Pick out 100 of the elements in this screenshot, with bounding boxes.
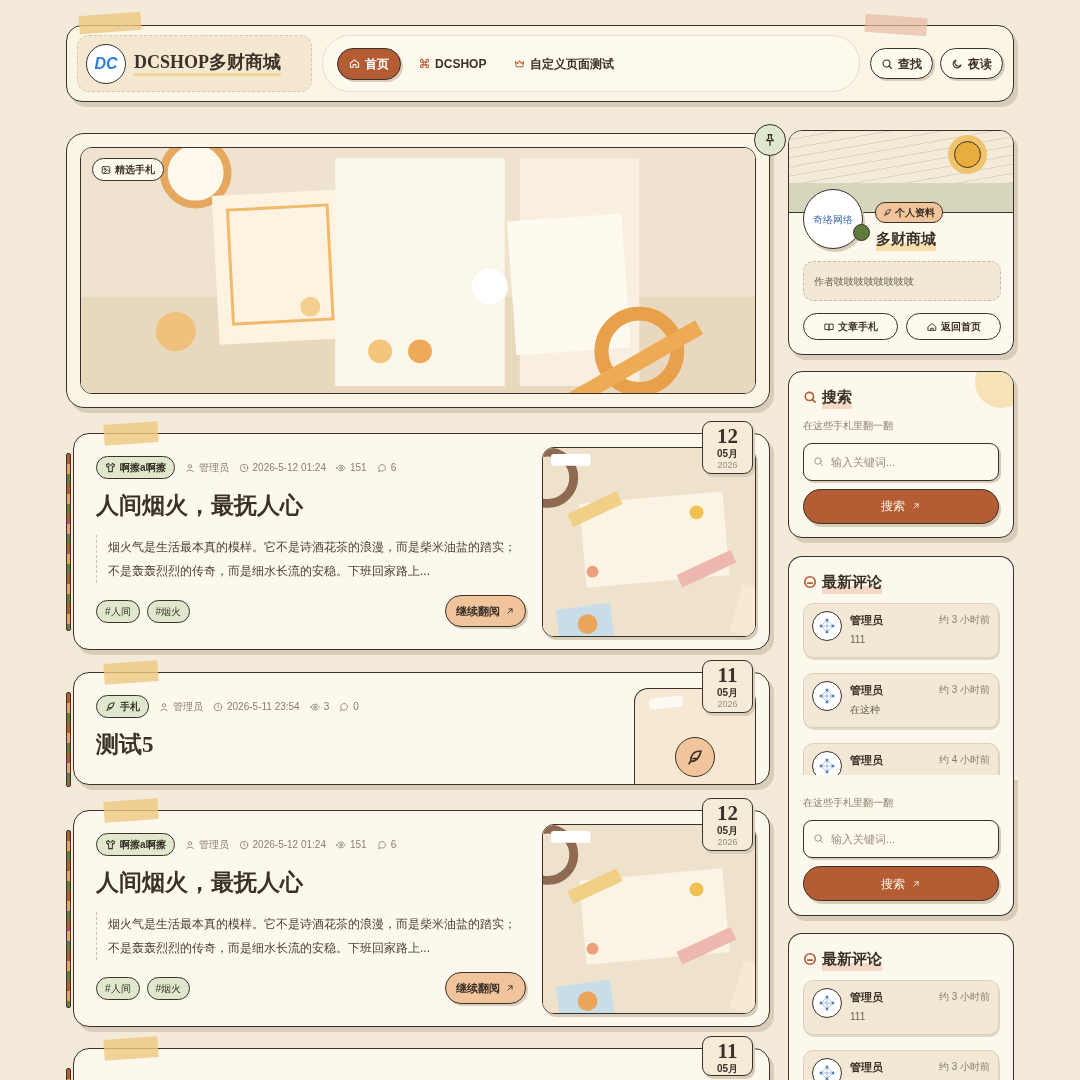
search-icon: [881, 57, 893, 70]
shirt-icon: [105, 462, 116, 473]
network-icon: [818, 756, 836, 775]
author-name: 管理员: [198, 461, 229, 475]
eye-icon: [335, 839, 346, 850]
date-year: 2026: [717, 838, 738, 847]
date-day: 11: [717, 1041, 738, 1062]
chat-icon: [803, 952, 817, 967]
post-date: 2026-5-11 23:54: [227, 700, 300, 714]
search-field[interactable]: 输入关键词...: [803, 442, 999, 481]
profile-name: 多财商城: [876, 228, 936, 251]
view-count: 151: [349, 461, 367, 475]
author-name: 管理员: [173, 700, 203, 714]
comment-time: 约 3 小时前: [938, 1060, 990, 1075]
date-month: 05月: [716, 688, 739, 698]
date-year: 2026: [717, 461, 738, 470]
user-icon: [159, 701, 169, 712]
tag-chip[interactable]: #烟火: [146, 599, 191, 623]
comment-item[interactable]: 管理员 约 3 小时前 111: [803, 602, 999, 658]
comment-item[interactable]: 管理员 约 3 小时前 111: [803, 979, 999, 1035]
feather-icon: [686, 748, 704, 766]
moon-icon: [951, 57, 963, 70]
comment-item[interactable]: 管理员 约 3 小时前: [803, 1049, 999, 1080]
search-field[interactable]: 输入关键词...: [803, 820, 999, 858]
comment-item[interactable]: 管理员 约 4 小时前: [803, 742, 999, 775]
network-icon: [818, 993, 836, 1012]
search-icon: [813, 833, 824, 844]
comment-author: 管理员: [850, 682, 883, 698]
comment-text: 在这种: [850, 703, 881, 717]
search-submit-button[interactable]: 搜索: [803, 866, 999, 901]
tape-decoration: [864, 13, 928, 37]
user-icon: [184, 462, 195, 473]
nav-tab[interactable]: 首页: [337, 47, 402, 80]
comment-author: 管理员: [850, 989, 883, 1005]
date-day: 11: [717, 665, 738, 686]
tape-decoration: [103, 421, 159, 446]
search-button[interactable]: 查找: [870, 48, 933, 79]
category-tag[interactable]: 手札: [96, 695, 149, 718]
arrow-icon: [911, 878, 921, 889]
post-excerpt: 烟火气是生活最本真的模样。它不是诗酒花茶的浪漫，而是柴米油盐的踏实；不是轰轰烈烈的传奇，而是细水长流的安稳。下班回家路上...: [96, 535, 526, 583]
widget-title: 搜索: [822, 386, 852, 409]
post-date: 2026-5-12 01:24: [252, 838, 326, 852]
widget-title: 最新评论: [822, 571, 882, 594]
post-excerpt: 烟火气是生活最本真的模样。它不是诗酒花茶的浪漫，而是柴米油盐的踏实；不是轰轰烈烈的传奇，而是细水长流的安稳。下班回家路上...: [96, 912, 526, 960]
date-day: 12: [717, 426, 738, 447]
clock-icon: [238, 839, 249, 850]
post-date: 2026-5-12 01:24: [252, 461, 326, 475]
date-month: 05月: [716, 1064, 739, 1074]
search-icon: [813, 455, 824, 467]
crown-icon: [514, 58, 526, 69]
comment-count: 6: [390, 461, 397, 475]
logo-text: DC: [94, 53, 118, 74]
nav-tab[interactable]: 自定义页面测试: [504, 47, 625, 80]
comment-text: 111: [850, 633, 867, 647]
search-submit-button[interactable]: 搜索: [803, 488, 999, 524]
site-name[interactable]: DCSHOP多财商城: [134, 51, 281, 76]
search-icon: [803, 390, 817, 405]
profile-link-button[interactable]: 文章手札: [803, 313, 898, 340]
arrow-icon: [911, 501, 921, 511]
book-icon: [823, 321, 834, 332]
date-year: 2026: [717, 700, 738, 709]
author-name: 管理员: [198, 838, 229, 852]
date-day: 12: [717, 803, 738, 824]
comment-time: 约 3 小时前: [938, 613, 990, 628]
tag-chip[interactable]: #人间: [96, 599, 140, 623]
profile-link-button[interactable]: 返回首页: [906, 313, 1001, 340]
tape-decoration: [103, 798, 159, 823]
network-icon: [818, 686, 836, 705]
date-month: 05月: [716, 826, 739, 836]
tag-chip[interactable]: #烟火: [146, 976, 191, 1000]
site-logo[interactable]: DC: [86, 43, 126, 84]
read-more-button[interactable]: 继续翻阅: [445, 972, 526, 1004]
arrow-icon: [505, 606, 515, 616]
nav-tab[interactable]: DCSHOP: [409, 47, 497, 80]
post-title[interactable]: 测试5: [96, 730, 618, 760]
chat-icon: [376, 462, 387, 473]
widget-title: 最新评论: [822, 948, 882, 971]
comment-author: 管理员: [850, 1059, 883, 1075]
pin-icon: [763, 133, 777, 147]
comment-author: 管理员: [850, 752, 883, 768]
view-count: 3: [323, 700, 330, 714]
night-mode-button[interactable]: 夜读: [940, 48, 1003, 79]
user-icon: [184, 839, 195, 850]
profile-badge: 个人资料: [875, 202, 943, 223]
home-icon: [349, 58, 361, 69]
category-tag[interactable]: 啊擦a啊擦: [96, 833, 175, 856]
category-tag[interactable]: 啊擦a啊擦: [96, 456, 175, 479]
avatar-label: 奇络网络: [813, 212, 853, 227]
chat-icon: [339, 701, 350, 712]
comment-count: 6: [390, 838, 397, 852]
comment-time: 约 3 小时前: [938, 683, 990, 698]
featured-badge: 精选手札: [92, 158, 164, 181]
comment-item[interactable]: 管理员 约 3 小时前 在这种: [803, 672, 999, 728]
tag-chip[interactable]: #人间: [96, 976, 140, 1000]
widget-subtitle: 在这些手札里翻一翻: [803, 796, 894, 810]
profile-bio: 作者吱吱吱吱吱吱吱吱: [803, 261, 1001, 301]
post-title[interactable]: 人间烟火，最抚人心: [96, 868, 526, 898]
read-more-button[interactable]: 继续翻阅: [445, 595, 526, 627]
post-title[interactable]: 人间烟火，最抚人心: [96, 491, 526, 521]
clock-icon: [213, 701, 223, 712]
